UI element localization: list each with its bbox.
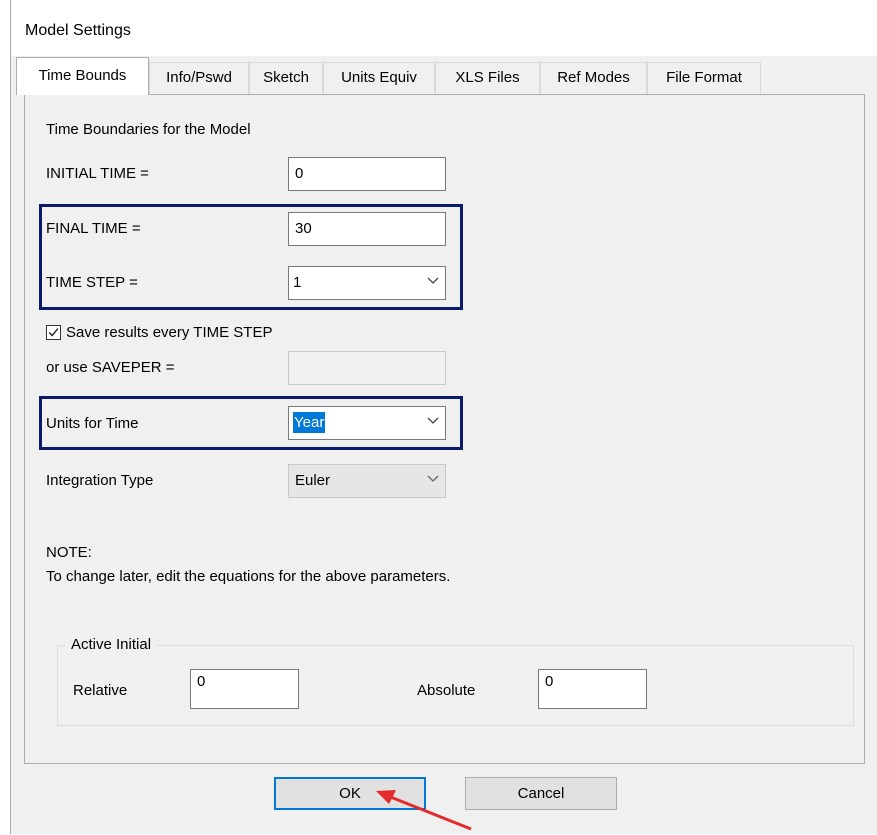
units-for-time-combo[interactable]: Year xyxy=(288,406,446,440)
time-boundaries-heading: Time Boundaries for the Model xyxy=(46,121,251,138)
initial-time-label: INITIAL TIME = xyxy=(46,165,149,182)
save-every-label: Save results every TIME STEP xyxy=(66,324,273,341)
active-initial-title: Active Initial xyxy=(65,636,158,653)
integration-type-combo[interactable]: Euler xyxy=(288,464,446,498)
time-step-combo[interactable]: 1 xyxy=(288,266,446,300)
note-title: NOTE: xyxy=(46,544,92,561)
absolute-input[interactable]: 0 xyxy=(538,669,647,709)
tab-ref-modes[interactable]: Ref Modes xyxy=(540,62,647,94)
chevron-down-icon xyxy=(427,475,439,482)
tab-xls-files[interactable]: XLS Files xyxy=(435,62,540,94)
tab-info-pswd[interactable]: Info/Pswd xyxy=(149,62,249,94)
initial-time-input[interactable]: 0 xyxy=(288,157,446,191)
relative-label: Relative xyxy=(73,682,128,699)
chevron-down-icon xyxy=(427,277,439,284)
annotation-arrow-icon xyxy=(376,790,472,831)
saveper-label: or use SAVEPER = xyxy=(46,359,175,376)
saveper-input[interactable] xyxy=(288,351,446,385)
tab-time-bounds[interactable]: Time Bounds xyxy=(16,57,149,95)
time-step-label: TIME STEP = xyxy=(46,274,138,291)
tab-sketch[interactable]: Sketch xyxy=(249,62,323,94)
tab-units-equiv[interactable]: Units Equiv xyxy=(323,62,435,94)
integration-type-label: Integration Type xyxy=(46,472,154,489)
title-bar: Model Settings xyxy=(11,0,877,56)
save-every-checkbox[interactable] xyxy=(46,325,61,340)
cancel-button[interactable]: Cancel xyxy=(465,777,617,810)
integration-type-value: Euler xyxy=(295,472,331,489)
absolute-label: Absolute xyxy=(417,682,476,699)
window-title: Model Settings xyxy=(25,22,131,39)
note-text: To change later, edit the equations for … xyxy=(46,568,451,585)
units-for-time-label: Units for Time xyxy=(46,415,139,432)
relative-input[interactable]: 0 xyxy=(190,669,299,709)
time-step-value: 1 xyxy=(293,274,302,291)
tab-file-format[interactable]: File Format xyxy=(647,62,761,94)
final-time-input[interactable]: 30 xyxy=(288,212,446,246)
chevron-down-icon xyxy=(427,417,439,424)
final-time-label: FINAL TIME = xyxy=(46,220,141,237)
checkmark-icon xyxy=(48,328,59,337)
units-for-time-value: Year xyxy=(293,412,326,433)
model-settings-dialog: Model Settings Time Bounds Info/Pswd Ske… xyxy=(10,0,877,834)
